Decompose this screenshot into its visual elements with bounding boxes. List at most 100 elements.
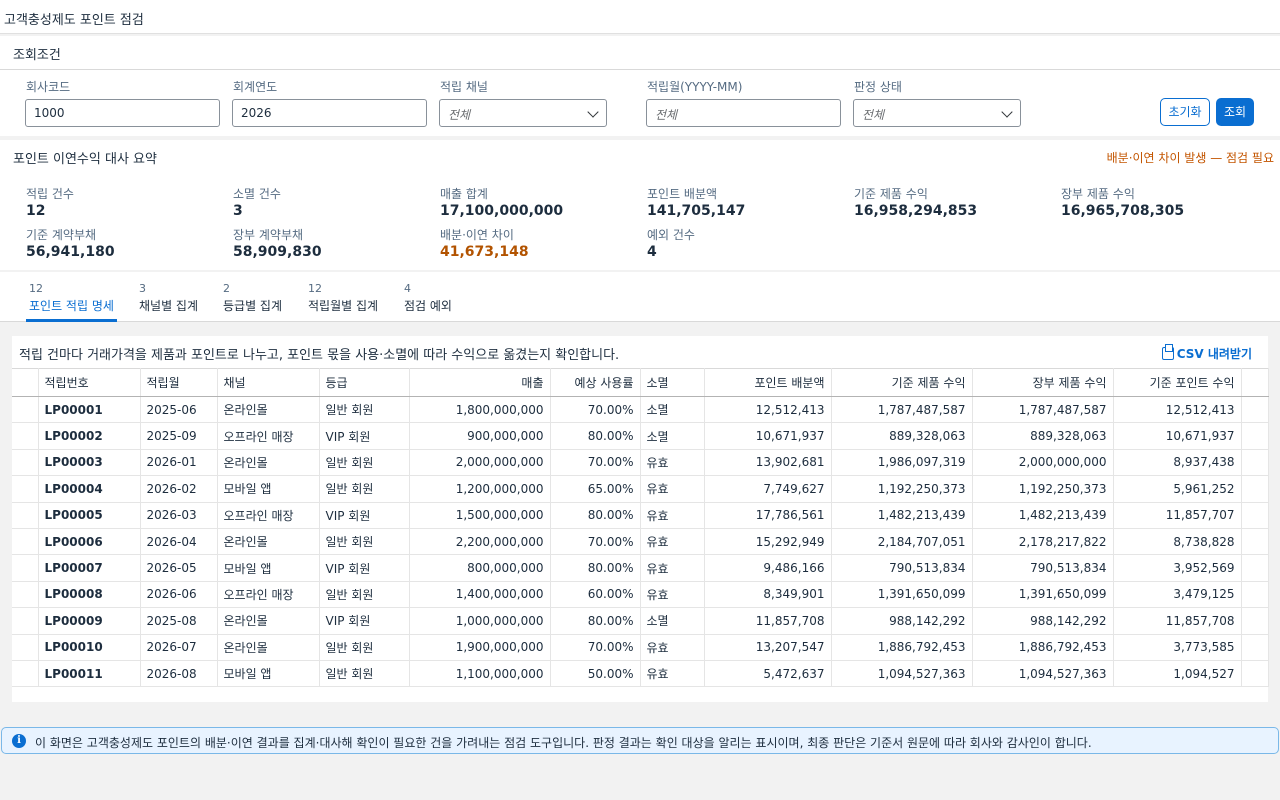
table-cell: LP00010 xyxy=(38,634,141,661)
row-selector[interactable] xyxy=(12,502,39,529)
kpi-label: 배분·이연 차이 xyxy=(440,228,514,242)
kpi-value: 17,100,000,000 xyxy=(440,203,564,219)
channel-value: 전체 xyxy=(448,108,471,122)
table-cell: VIP 회원 xyxy=(319,502,410,529)
table-cell: 2026-04 xyxy=(140,528,218,556)
row-selector[interactable] xyxy=(12,528,39,556)
column-header[interactable]: 기준 제품 수익 xyxy=(831,368,973,397)
kpi-label: 기준 계약부채 xyxy=(26,228,97,242)
row-selector[interactable] xyxy=(12,660,39,688)
company-code-value: 1000 xyxy=(34,106,65,120)
table-cell: 70.00% xyxy=(550,449,641,477)
table-cell: 889,328,063 xyxy=(972,422,1114,450)
column-header[interactable]: 예상 사용률 xyxy=(550,368,641,397)
table-cell: 1,500,000,000 xyxy=(409,502,551,529)
kpi-label: 장부 계약부채 xyxy=(233,228,304,242)
table-cell: 모바일 앱 xyxy=(217,660,320,688)
table-row[interactable]: LP00005 2026-03 오프라인 매장 VIP 회원 1,500,000,000… xyxy=(12,502,1269,529)
table-cell: 900,000,000 xyxy=(409,422,551,450)
table-cell: 오프라인 매장 xyxy=(217,502,320,529)
table-row[interactable]: LP00004 2026-02 모바일 앱 일반 회원 1,200,000,000 65.… xyxy=(12,475,1269,503)
table-row[interactable]: LP00011 2026-08 모바일 앱 일반 회원 1,100,000,000 50.… xyxy=(12,660,1269,688)
row-selector[interactable] xyxy=(12,607,39,635)
accrual-table: 적립번호 적립월 채널 등급 매출 예상 사용률 소멸 포인트 배분액 기준 제… xyxy=(12,368,1269,688)
row-selector[interactable] xyxy=(12,422,39,450)
table-cell: 11,857,708 xyxy=(1113,607,1242,635)
table-cell: 1,986,097,319 xyxy=(831,449,973,477)
tab-label: 적립월별 집계 xyxy=(308,299,379,313)
column-header[interactable]: 채널 xyxy=(217,368,320,397)
kpi-value: 141,705,147 xyxy=(647,203,746,219)
row-selector[interactable] xyxy=(12,475,39,503)
table-cell: 2,000,000,000 xyxy=(972,449,1114,477)
status-select[interactable]: 전체 xyxy=(853,99,1021,127)
table-cell: 7,749,627 xyxy=(704,475,832,503)
kpi-value: 58,909,830 xyxy=(233,244,322,260)
table-row[interactable]: LP00007 2026-05 모바일 앱 VIP 회원 800,000,000 80.0… xyxy=(12,554,1269,582)
table-row[interactable]: LP00008 2026-06 오프라인 매장 일반 회원 1,400,000,000 6… xyxy=(12,581,1269,609)
tab-point-accrual-detail[interactable]: 12 포인트 적립 명세 xyxy=(26,282,117,322)
app-title: 고객충성제도 포인트 점검 xyxy=(4,13,144,28)
row-selector[interactable] xyxy=(12,396,39,424)
tab-count: 2 xyxy=(223,282,230,295)
tab-grade-summary[interactable]: 2 등급별 집계 xyxy=(220,282,285,322)
table-cell: 1,094,527 xyxy=(1113,660,1242,688)
table-cell: VIP 회원 xyxy=(319,607,410,635)
kpi-value: 16,958,294,853 xyxy=(854,203,978,219)
table-row[interactable]: LP00002 2025-09 오프라인 매장 VIP 회원 900,000,000 80… xyxy=(12,422,1269,450)
kpi-value: 3 xyxy=(233,203,243,219)
column-header[interactable]: 적립번호 xyxy=(38,368,141,397)
chevron-down-icon xyxy=(587,106,599,118)
tab-exceptions[interactable]: 4 점검 예외 xyxy=(401,282,455,322)
table-cell: LP00008 xyxy=(38,581,141,609)
channel-select[interactable]: 전체 xyxy=(439,99,607,127)
table-cell: 2026-03 xyxy=(140,502,218,529)
table-cell: 1,000,000,000 xyxy=(409,607,551,635)
table-row[interactable]: LP00006 2026-04 온라인몰 일반 회원 2,200,000,000 70.0… xyxy=(12,528,1269,556)
column-header[interactable]: 등급 xyxy=(319,368,410,397)
table-cell: 5,961,252 xyxy=(1113,475,1242,503)
tab-label: 등급별 집계 xyxy=(223,299,283,313)
table-cell: 2025-06 xyxy=(140,396,218,424)
company-code-input[interactable]: 1000 xyxy=(25,99,220,127)
column-header[interactable]: 장부 제품 수익 xyxy=(972,368,1114,397)
table-cell: 2025-09 xyxy=(140,422,218,450)
table-cell: 일반 회원 xyxy=(319,449,410,477)
table-cell: LP00005 xyxy=(38,502,141,529)
table-cell: 유효 xyxy=(640,475,705,503)
channel-label: 적립 채널 xyxy=(440,80,488,94)
table-header-row: 적립번호 적립월 채널 등급 매출 예상 사용률 소멸 포인트 배분액 기준 제… xyxy=(12,368,1269,397)
column-header[interactable]: 포인트 배분액 xyxy=(704,368,832,397)
accrual-table-card: 적립 건마다 거래가격을 제품과 포인트로 나누고, 포인트 몫을 사용·소멸에… xyxy=(12,336,1269,702)
table-cell: 988,142,292 xyxy=(972,607,1114,635)
scrollbar-gutter xyxy=(1241,368,1269,397)
table-row[interactable]: LP00001 2025-06 온라인몰 일반 회원 1,800,000,000 70.0… xyxy=(12,396,1269,424)
reset-button[interactable]: 초기화 xyxy=(1160,98,1210,126)
fiscal-year-input[interactable]: 2026 xyxy=(232,99,427,127)
column-header[interactable]: 적립월 xyxy=(140,368,218,397)
table-cell: 5,472,637 xyxy=(704,660,832,688)
row-selector[interactable] xyxy=(12,634,39,661)
table-cell: 일반 회원 xyxy=(319,475,410,503)
table-row[interactable]: LP00003 2026-01 온라인몰 일반 회원 2,000,000,000 70.0… xyxy=(12,449,1269,477)
status-label: 판정 상태 xyxy=(854,80,902,94)
row-selector[interactable] xyxy=(12,581,39,609)
search-button[interactable]: 조회 xyxy=(1216,98,1254,126)
csv-download-button[interactable]: CSV 내려받기 xyxy=(1161,344,1252,362)
table-row[interactable]: LP00010 2026-07 온라인몰 일반 회원 1,900,000,000 70.0… xyxy=(12,634,1269,661)
row-selector[interactable] xyxy=(12,554,39,582)
column-header[interactable]: 소멸 xyxy=(640,368,705,397)
table-cell: 12,512,413 xyxy=(1113,396,1242,424)
table-cell: 온라인몰 xyxy=(217,449,320,477)
tab-month-summary[interactable]: 12 적립월별 집계 xyxy=(305,282,381,322)
table-cell: 1,391,650,099 xyxy=(972,581,1114,609)
table-row[interactable]: LP00009 2025-08 온라인몰 VIP 회원 1,000,000,000 80.… xyxy=(12,607,1269,635)
tab-channel-summary[interactable]: 3 채널별 집계 xyxy=(136,282,201,322)
column-header[interactable]: 매출 xyxy=(409,368,551,397)
tab-count: 12 xyxy=(29,282,43,295)
tab-bar: 12 포인트 적립 명세 3 채널별 집계 2 등급별 집계 12 적립월별 집… xyxy=(0,272,1280,322)
accrual-month-input[interactable]: 전체 xyxy=(646,99,841,127)
column-header[interactable]: 기준 포인트 수익 xyxy=(1113,368,1242,397)
row-selector[interactable] xyxy=(12,449,39,477)
table-cell: 13,207,547 xyxy=(704,634,832,661)
